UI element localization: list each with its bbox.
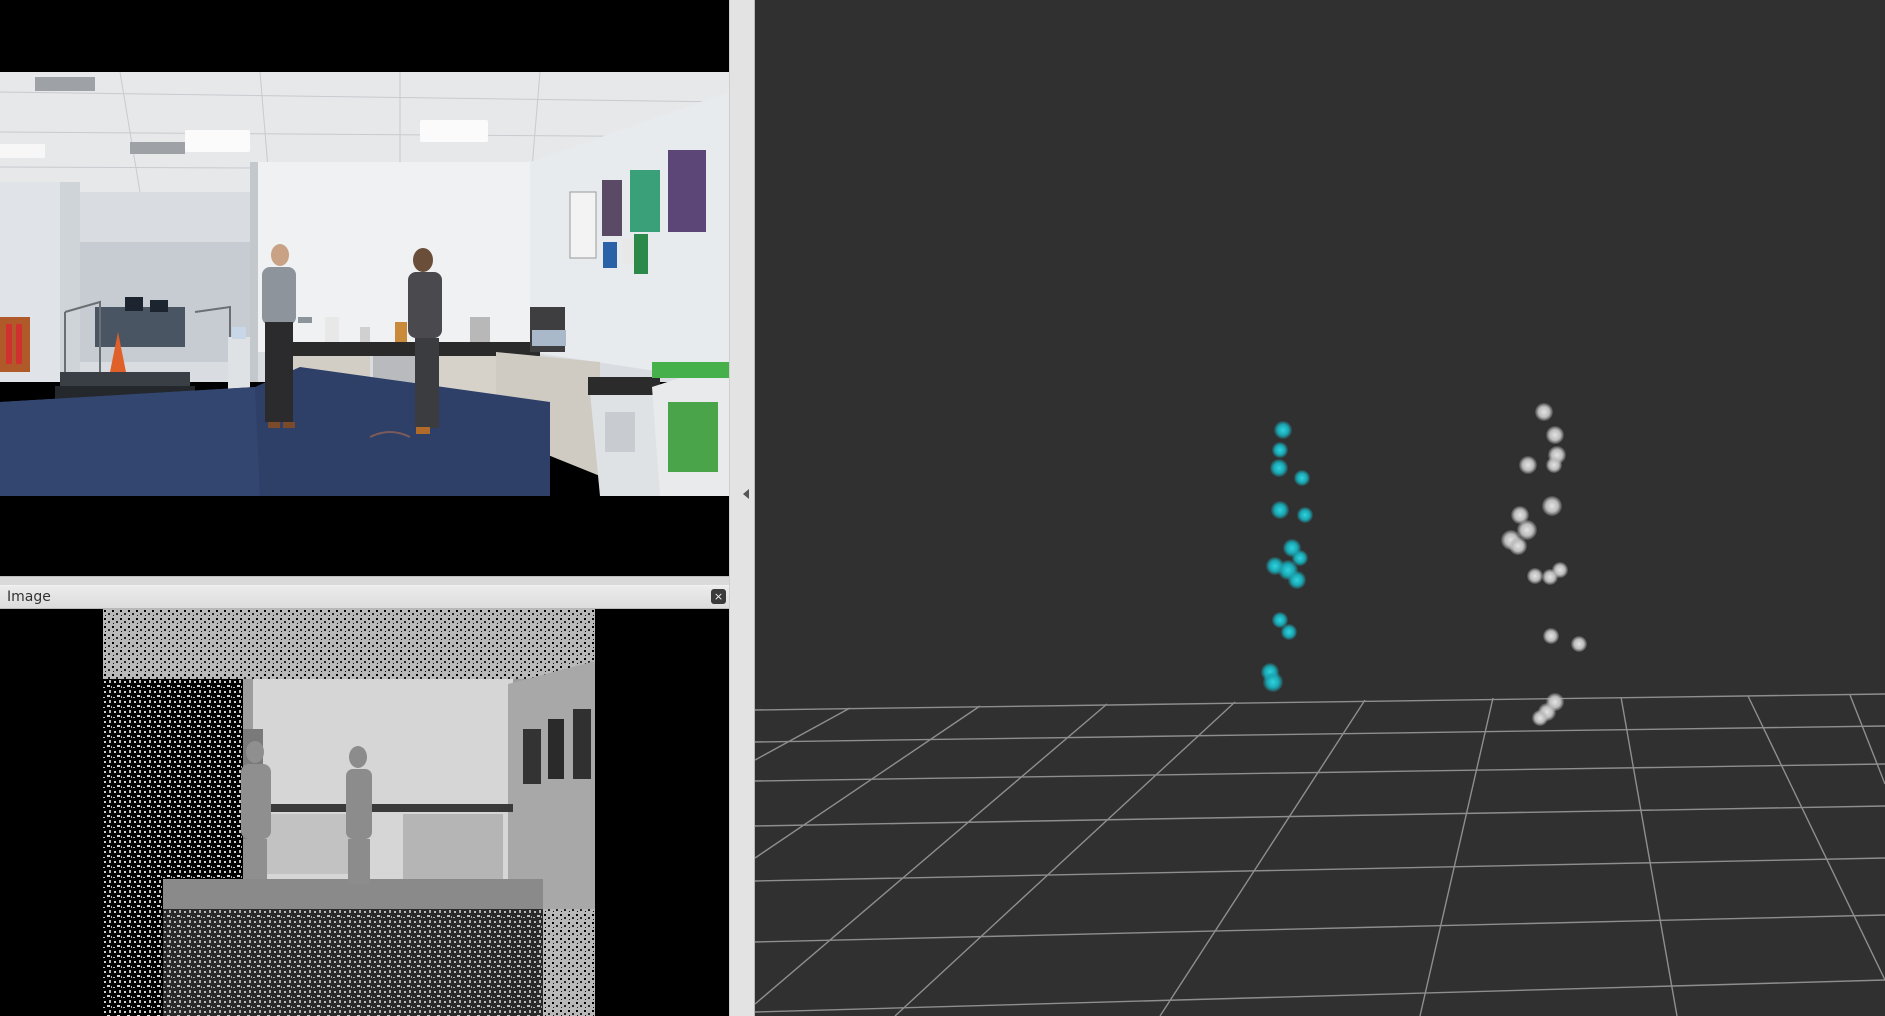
chevron-left-icon[interactable] [743,489,749,499]
person-marker-cluster-cyan [1261,421,1313,692]
depth-image-panel [0,609,729,1016]
3d-scene[interactable] [755,0,1885,1016]
camera-image-panel [0,0,729,576]
ground-grid [755,693,1885,1016]
dock-splitter-vertical[interactable] [729,0,755,1016]
camera-image [0,72,729,496]
image-panel-titlebar: Image × [0,586,729,609]
depth-image [103,609,603,1016]
left-dock: Image × [0,0,729,1016]
app-window: Image × [0,0,1885,1016]
3d-view[interactable] [755,0,1885,1016]
person-marker-cluster-grey [1501,403,1587,726]
close-icon[interactable]: × [711,589,726,604]
dock-splitter-horizontal[interactable] [0,576,729,586]
image-panel-title: Image [7,589,51,605]
